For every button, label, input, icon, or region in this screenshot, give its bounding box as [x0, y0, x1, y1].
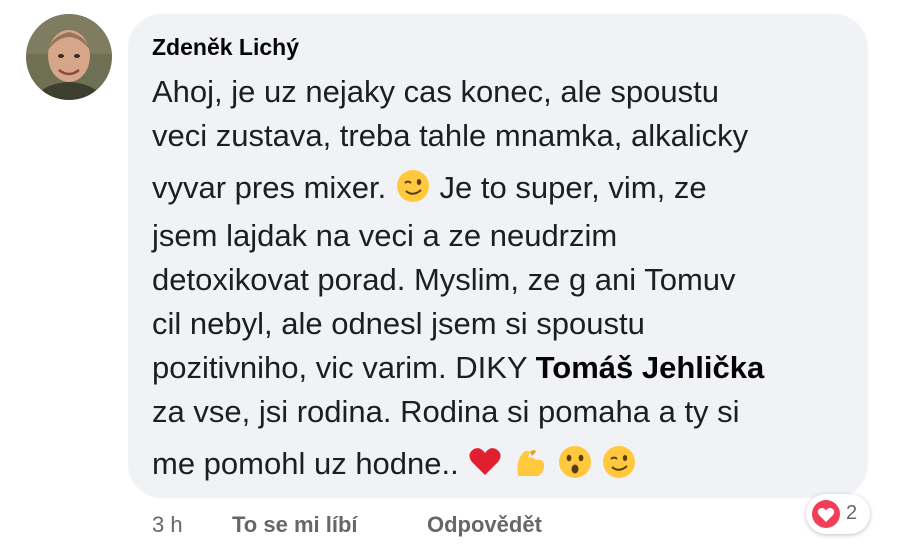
comment-text-segment: vyvar pres mixer.	[152, 170, 387, 206]
comment-text-segment: Je to super, vim, ze	[439, 170, 707, 206]
like-button[interactable]: To se mi líbí	[232, 512, 358, 538]
comment-text-segment: pozitivniho, vic varim. DIKY	[152, 350, 527, 385]
reaction-count-pill[interactable]: 2	[806, 494, 870, 534]
comment-text-line: detoxikovat porad. Myslim, ze g ani Tomu…	[152, 262, 736, 297]
comment-text-line: jsem lajdak na veci a ze neudrzim	[152, 218, 618, 253]
comment-text-line: me pomohl uz hodne..	[152, 444, 637, 488]
flexed-biceps-emoji-icon	[512, 444, 548, 488]
reply-button[interactable]: Odpovědět	[427, 512, 542, 538]
comment-timestamp[interactable]: 3 h	[152, 512, 183, 538]
comment-text-line: veci zustava, treba tahle mnamka, alkali…	[152, 118, 749, 153]
comment-author[interactable]: Zdeněk Lichý	[152, 34, 299, 61]
reaction-count: 2	[846, 502, 858, 524]
mention-link[interactable]: Tomáš Jehlička	[536, 350, 765, 385]
wink-emoji-icon	[601, 444, 637, 488]
avatar[interactable]	[26, 14, 112, 100]
comment-text-line: cil nebyl, ale odnesl jsem si spoustu	[152, 306, 645, 341]
love-reaction-icon	[812, 500, 840, 528]
heart-emoji-icon	[467, 444, 503, 488]
comment-text-line: pozitivniho, vic varim. DIKY Tomáš Jehli…	[152, 350, 764, 386]
hushed-face-emoji-icon	[557, 444, 593, 488]
wink-emoji-icon	[395, 168, 431, 212]
comment-text-line: za vse, jsi rodina. Rodina si pomaha a t…	[152, 394, 740, 429]
comment-text-line: vyvar pres mixer. Je to super, vim, ze	[152, 168, 707, 212]
comment-text-segment: me pomohl uz hodne..	[152, 446, 459, 482]
comment-text-line: Ahoj, je uz nejaky cas konec, ale spoust…	[152, 74, 719, 109]
